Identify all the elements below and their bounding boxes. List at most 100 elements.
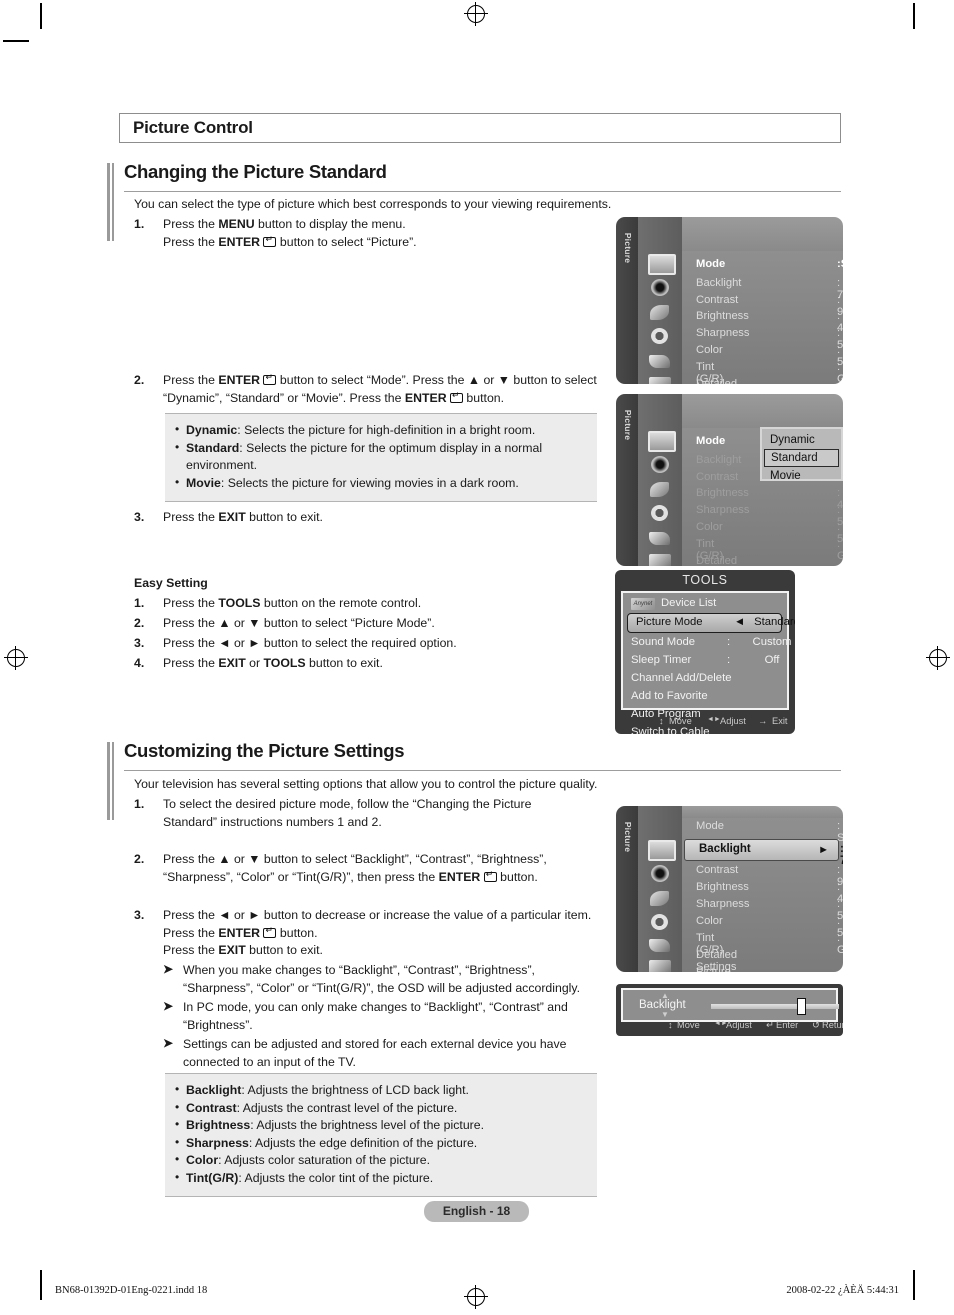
channel-icon <box>648 890 672 909</box>
heading-customizing-picture-settings-wrap: Customizing the Picture Settings <box>107 740 841 774</box>
osd-row-label: Contrast <box>696 864 739 876</box>
step-text-bold2: TOOLS <box>263 656 306 670</box>
tools-row-device-list[interactable]: Anynet Device List <box>623 596 787 614</box>
osd-sidebar-label: Picture <box>623 232 633 264</box>
picture-icon <box>648 431 676 452</box>
step-text-bold2: ENTER <box>218 234 261 249</box>
support-icon <box>648 553 672 566</box>
osd-row-label: Brightness <box>696 487 749 499</box>
step-text: Press the ▲ or ▼ button to select “Backl… <box>163 851 596 886</box>
sound-icon <box>648 865 672 884</box>
footer-exit-icon: → <box>758 716 768 726</box>
heading-accent-bar <box>107 742 114 774</box>
note-term: Contrast <box>186 1100 237 1115</box>
note-desc: : Selects the picture for viewing movies… <box>220 475 519 490</box>
arrow-note-text: When you make changes to “Backlight”, “C… <box>183 963 581 995</box>
osd-row-label: Mode <box>696 435 726 447</box>
tools-title: TOOLS <box>682 573 728 587</box>
footer-adjust-label: Adjust <box>726 1020 752 1030</box>
step-text: Press the ▲ or ▼ button to select “Pictu… <box>163 616 435 630</box>
step-number: 4. <box>134 656 145 670</box>
section2-intro: Your television has several setting opti… <box>134 777 598 791</box>
step-number: 2. <box>134 616 145 630</box>
easy-setting-step-1: 1. Press the TOOLS button on the remote … <box>134 595 534 613</box>
footer-return-label: Return <box>822 1020 843 1030</box>
heading-accent-bar-ext <box>107 195 114 241</box>
heading-rule <box>124 770 841 771</box>
osd-row-backlight-selected[interactable]: Backlight : 7 ► <box>684 839 843 867</box>
step-number: 3. <box>134 636 145 650</box>
heading-changing-picture-standard: Changing the Picture Standard <box>124 161 387 182</box>
tools-row-label: Channel Add/Delete <box>631 672 732 684</box>
enter-icon <box>483 869 497 882</box>
tools-row-sleep-timer[interactable]: Sleep Timer : Off <box>623 653 787 671</box>
tools-row-sound-mode[interactable]: Sound Mode : Custom <box>623 635 791 653</box>
note-item: Brightness: Adjusts the brightness level… <box>173 1116 587 1135</box>
manual-page: Picture Control Changing the Picture Sta… <box>0 0 954 1315</box>
mode-dropdown[interactable]: Dynamic Standard Movie <box>760 427 843 482</box>
note-item: Sharpness: Adjusts the edge definition o… <box>173 1134 587 1153</box>
crop-mark-top-right-v <box>913 3 915 29</box>
heading-bar-ext-1 <box>107 195 115 241</box>
osd-row-label: Sharpness <box>696 327 750 339</box>
note-box-picture-modes: Dynamic: Selects the picture for high-de… <box>165 413 597 502</box>
footer-move-icon: ↕ <box>659 716 664 726</box>
enter-icon <box>263 234 277 247</box>
note-term: Brightness <box>186 1118 251 1132</box>
osd-sidebar-label: Picture <box>623 409 633 441</box>
osd-row-label: Color <box>696 915 723 927</box>
dropdown-option-dynamic[interactable]: Dynamic <box>764 431 839 449</box>
footer-adjust-label: Adjust <box>720 716 746 726</box>
tools-row-label: Add to Favorite <box>631 690 708 702</box>
page-number-badge: English - 18 <box>424 1201 529 1222</box>
footer-move-label: Move <box>669 716 692 726</box>
osd-row-label: Backlight <box>699 843 751 855</box>
down-arrow-icon[interactable]: ▼ <box>661 1010 669 1019</box>
osd-sidebar-label: Picture <box>623 821 633 853</box>
tools-row-label: Picture Mode <box>636 616 703 628</box>
note-box-picture-items: Backlight: Adjusts the brightness of LCD… <box>165 1073 597 1197</box>
footer-enter-icon: ↵ <box>766 1020 774 1030</box>
step-text: Press the EXIT or TOOLS button to exit. <box>163 655 534 673</box>
osd-row-label: Mode <box>696 258 726 270</box>
enter-icon <box>450 390 464 403</box>
input-icon <box>648 353 672 372</box>
dropdown-option-standard[interactable]: Standard <box>764 449 839 467</box>
dropdown-option-movie[interactable]: Movie <box>764 467 839 485</box>
step-text: Press the ◄ or ► button to decrease or i… <box>163 907 596 942</box>
left-arrow-icon[interactable]: ◄ <box>734 616 745 628</box>
osd-row-label: Sharpness <box>696 504 750 516</box>
heading-bar-ext-2 <box>107 774 115 820</box>
right-arrow-icon[interactable]: ► <box>818 844 829 856</box>
step-text-c: button on the remote control. <box>260 596 422 610</box>
slider-knob[interactable] <box>796 998 806 1015</box>
step-text: Press the ENTER button to select “Mode”.… <box>163 372 599 407</box>
heading-accent-bar <box>107 163 114 195</box>
note-desc: : Adjusts the contrast level of the pict… <box>236 1100 458 1115</box>
crop-mark-bottom-left-v <box>40 1270 42 1300</box>
step-text: To select the desired picture mode, foll… <box>163 797 532 829</box>
osd-header <box>682 394 843 428</box>
note-term: Sharpness <box>186 1135 249 1150</box>
step-text: Press the MENU button to display the men… <box>163 216 604 251</box>
step-number: 1. <box>134 596 145 610</box>
registration-mark-right <box>926 646 950 670</box>
footer-file-name: BN68-01392D-01Eng-0221.indd 18 <box>55 1285 208 1296</box>
tools-row-separator: : <box>727 636 731 648</box>
osd-row-value: : G50/R50 <box>837 538 843 562</box>
slider-track[interactable] <box>711 1004 839 1009</box>
tools-row-add-to-favorite[interactable]: Add to Favorite <box>623 689 787 707</box>
setup-icon <box>648 914 672 933</box>
step-text-e: button to select “Picture”. <box>276 234 417 249</box>
registration-mark-bottom <box>464 1285 488 1309</box>
heading-accent-bar-ext <box>107 774 114 820</box>
tools-row-picture-mode[interactable]: Picture Mode ◄ Standard ► <box>627 613 795 633</box>
arrow-bullet-icon: ➤ <box>163 962 173 976</box>
osd-row-label: Contrast <box>696 294 739 306</box>
step-number: 3. <box>134 510 145 524</box>
tools-row-channel-add-delete[interactable]: Channel Add/Delete <box>623 671 787 689</box>
note-item: Backlight: Adjusts the brightness of LCD… <box>173 1081 587 1100</box>
section2-step-3: 3. Press the ◄ or ► button to decrease o… <box>134 907 596 942</box>
section1-intro: You can select the type of picture which… <box>134 197 612 211</box>
osd-row-value: :Standard <box>837 258 843 270</box>
